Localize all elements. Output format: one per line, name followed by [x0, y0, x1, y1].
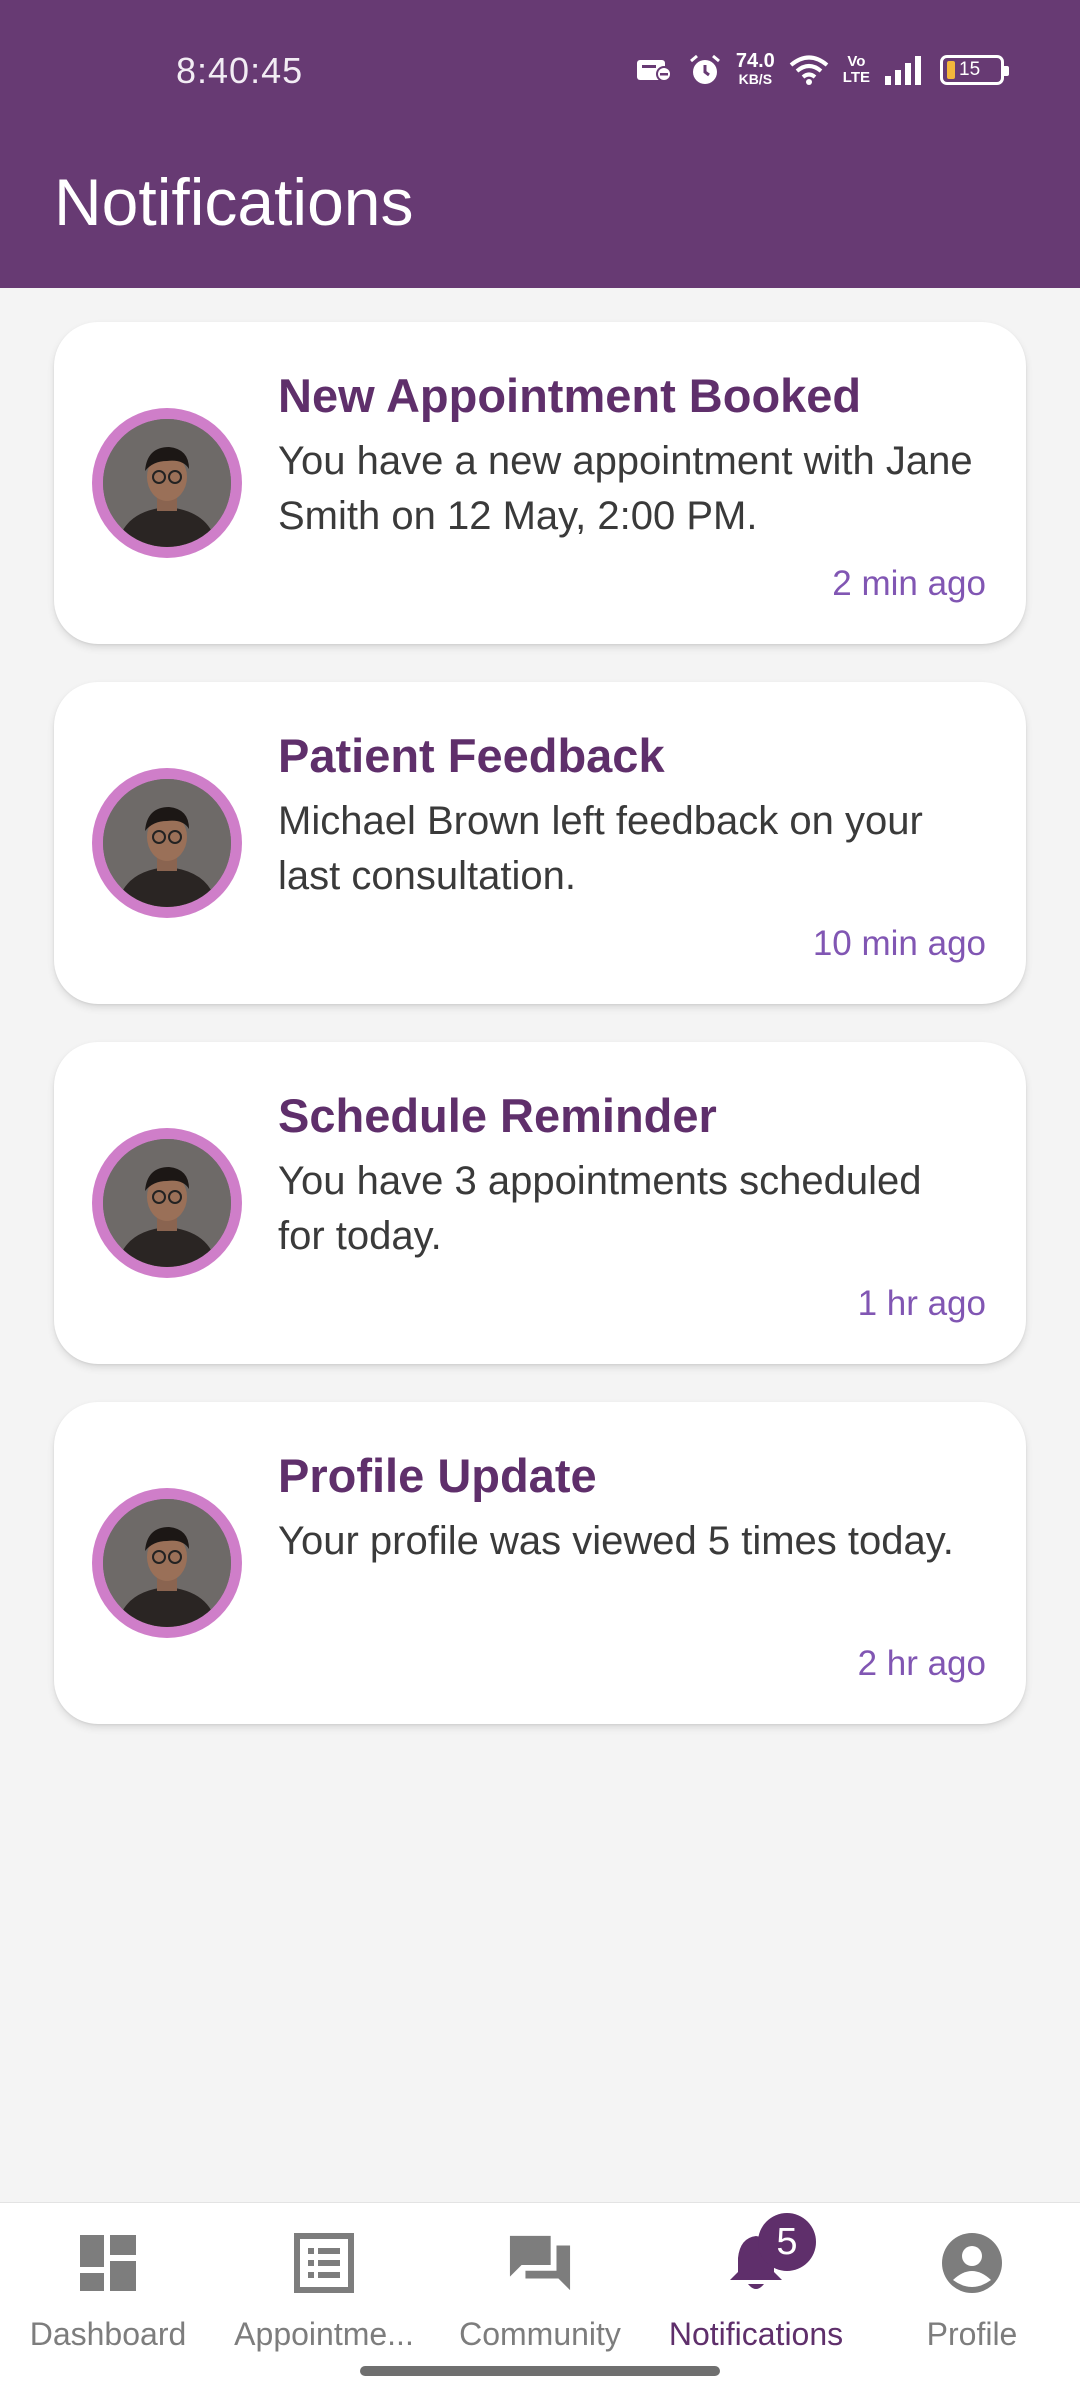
notification-title: Profile Update — [278, 1449, 597, 1502]
status-icons: 74.0 KB/S Vo LTE 15 — [636, 48, 1009, 92]
nav-label: Profile — [926, 2316, 1018, 2353]
notification-card[interactable]: New Appointment Booked You have a new ap… — [54, 322, 1026, 644]
notification-list: New Appointment Booked You have a new ap… — [54, 322, 1026, 1762]
nav-item-community[interactable]: Community — [432, 2203, 648, 2353]
notification-message: Your profile was viewed 5 times today. — [278, 1519, 954, 1563]
notification-message: You have 3 appointments scheduled for to… — [278, 1159, 922, 1258]
net-speed-unit: KB/S — [738, 71, 773, 87]
avatar-photo — [103, 1139, 231, 1267]
volte-bottom: LTE — [842, 69, 870, 86]
notification-card[interactable]: Profile Update Your profile was viewed 5… — [54, 1402, 1026, 1724]
avatar-photo — [103, 779, 231, 907]
volte-indicator: Vo LTE — [843, 54, 870, 86]
status-time: 8:40:45 — [176, 50, 304, 91]
list-icon — [292, 2231, 356, 2294]
chat-icon — [508, 2231, 572, 2294]
nav-item-dashboard[interactable]: Dashboard — [0, 2203, 216, 2353]
battery-level — [947, 61, 955, 79]
avatar — [92, 768, 242, 918]
nav-label: Dashboard — [29, 2316, 187, 2353]
notification-time: 10 min ago — [812, 924, 986, 963]
signal-icon — [884, 54, 926, 86]
avatar-photo — [103, 1499, 231, 1627]
account-circle-icon — [940, 2231, 1004, 2294]
volte-top: Vo — [847, 53, 866, 70]
nav-item-appointments[interactable]: Appointme... — [216, 2203, 432, 2353]
notification-message: Michael Brown left feedback on your last… — [278, 799, 923, 898]
net-speed-value: 74.0 — [735, 50, 775, 72]
avatar — [92, 1128, 242, 1278]
wifi-icon — [789, 54, 829, 86]
alarm-icon — [688, 53, 722, 87]
notification-time: 2 min ago — [832, 564, 986, 603]
notification-count-badge: 5 — [758, 2213, 816, 2271]
net-speed: 74.0 KB/S — [735, 50, 775, 88]
notification-title: New Appointment Booked — [278, 369, 862, 422]
avatar — [92, 1488, 242, 1638]
nav-label: Appointme... — [234, 2316, 414, 2353]
notification-title: Patient Feedback — [278, 729, 665, 782]
notification-card[interactable]: Patient Feedback Michael Brown left feed… — [54, 682, 1026, 1004]
notification-message: You have a new appointment with Jane Smi… — [278, 439, 973, 538]
notification-dnd-icon — [636, 55, 674, 85]
bell-icon: 5 — [724, 2213, 816, 2294]
avatar-photo — [103, 419, 231, 547]
avatar — [92, 408, 242, 558]
nav-item-notifications[interactable]: 5 Notifications — [648, 2203, 864, 2353]
page-title: Notifications — [54, 165, 414, 239]
home-indicator[interactable] — [360, 2366, 720, 2376]
notification-title: Schedule Reminder — [278, 1089, 717, 1142]
battery-icon: 15 — [940, 55, 1009, 85]
notification-time: 1 hr ago — [857, 1284, 986, 1323]
nav-label: Notifications — [668, 2316, 844, 2353]
notification-card[interactable]: Schedule Reminder You have 3 appointment… — [54, 1042, 1026, 1364]
dashboard-icon — [76, 2231, 140, 2294]
nav-label: Community — [459, 2316, 621, 2353]
app-header: 8:40:45 74.0 KB/S Vo LTE 15 Notification… — [0, 0, 1080, 288]
battery-percent: 15 — [959, 59, 981, 80]
notification-time: 2 hr ago — [857, 1644, 986, 1683]
nav-item-profile[interactable]: Profile — [864, 2203, 1080, 2353]
